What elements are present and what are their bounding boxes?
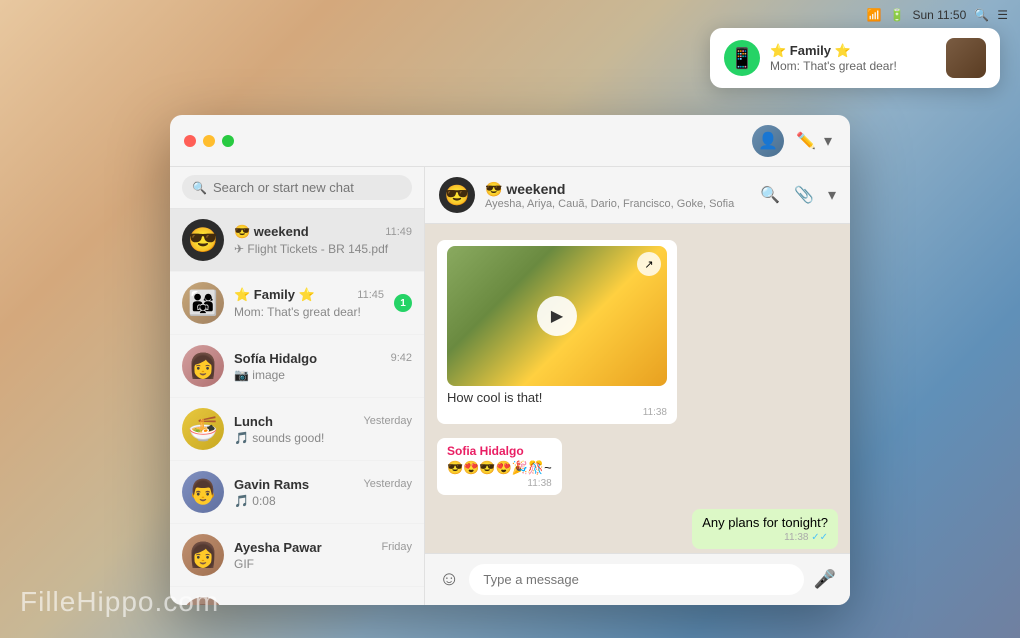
mic-button[interactable]: 🎤 xyxy=(814,569,836,590)
chat-avatar-weekend: 😎 xyxy=(182,219,224,261)
msg-time: 11:38 xyxy=(447,478,552,489)
chat-avatar-sofia: 👩 xyxy=(182,345,224,387)
chat-header: 😎 😎 weekend Ayesha, Ariya, Cauã, Dario, … xyxy=(425,167,850,224)
chat-name-gavin: Gavin Rams xyxy=(234,477,309,492)
chat-header-info: 😎 weekend Ayesha, Ariya, Cauã, Dario, Fr… xyxy=(485,181,750,210)
chat-info-ayesha: Ayesha Pawar Friday GIF xyxy=(234,540,412,571)
watermark: FilleHippo.com xyxy=(20,586,219,618)
message-text: Any plans for tonight? xyxy=(702,515,828,530)
input-area: ☺ 🎤 xyxy=(425,553,850,605)
chat-time-gavin: Yesterday xyxy=(363,478,412,490)
chat-avatar-gavin: 👨 xyxy=(182,471,224,513)
chat-info-sofia: Sofía Hidalgo 9:42 📷 image xyxy=(234,351,412,382)
search-icon: 🔍 xyxy=(974,8,989,22)
chat-preview-sofia: 📷 image xyxy=(234,368,412,382)
minimize-button[interactable] xyxy=(203,135,215,147)
maximize-button[interactable] xyxy=(222,135,234,147)
search-icon: 🔍 xyxy=(192,181,207,195)
battery-icon: 🔋 xyxy=(890,8,905,22)
more-icon[interactable]: ▾ xyxy=(828,185,836,205)
share-button[interactable]: ↗ xyxy=(637,252,661,276)
chat-time-weekend: 11:49 xyxy=(385,226,412,238)
chat-item-family[interactable]: 👨‍👩‍👧 ⭐ Family ⭐ 11:45 Mom: That's great de… xyxy=(170,272,424,335)
chat-time-ayesha: Friday xyxy=(381,541,412,553)
sidebar: 🔍 😎 😎 weekend 11:49 ✈ Flight Tickets - BR 1… xyxy=(170,167,425,605)
chat-preview-lunch: 🎵 sounds good! xyxy=(234,431,412,445)
chat-name-ayesha: Ayesha Pawar xyxy=(234,540,322,555)
chat-time-brother: Friday xyxy=(381,604,412,605)
notification-avatar xyxy=(946,38,986,78)
chat-info-lunch: Lunch Yesterday 🎵 sounds good! xyxy=(234,414,412,445)
chat-name-family: ⭐ Family ⭐ xyxy=(234,287,315,303)
chat-avatar-ayesha: 👩 xyxy=(182,534,224,576)
message-sender: Sofia Hidalgo xyxy=(447,444,552,458)
messages-flex: ▶ ↗ How cool is that! 11:38 Sofia Hidalg… xyxy=(437,240,838,553)
wifi-icon: 📶 xyxy=(867,8,882,22)
chat-preview-weekend: ✈ Flight Tickets - BR 145.pdf xyxy=(234,242,412,256)
chat-info-brother: BrotherFriday😊 xyxy=(234,603,412,606)
chat-item-ayesha[interactable]: 👩 Ayesha Pawar Friday GIF xyxy=(170,524,424,587)
search-chat-icon[interactable]: 🔍 xyxy=(760,185,780,205)
compose-icon[interactable]: ✏️ xyxy=(792,127,820,155)
search-input-wrap[interactable]: 🔍 xyxy=(182,175,412,200)
chat-info-family: ⭐ Family ⭐ 11:45 Mom: That's great dear! xyxy=(234,287,384,319)
chat-name-brother: Brother xyxy=(234,603,281,606)
chat-time-family: 11:45 xyxy=(357,289,384,301)
chat-name-sofia: Sofía Hidalgo xyxy=(234,351,317,366)
video-thumbnail[interactable]: ▶ ↗ xyxy=(447,246,667,386)
close-button[interactable] xyxy=(184,135,196,147)
video-caption: How cool is that! xyxy=(447,390,667,405)
emoji-button[interactable]: ☺ xyxy=(439,568,459,591)
message-video: ▶ ↗ How cool is that! 11:38 xyxy=(437,240,677,424)
notification-title: ⭐ Family ⭐ xyxy=(770,43,936,59)
dropdown-icon[interactable]: ▾ xyxy=(820,127,836,155)
chat-header-name: 😎 weekend xyxy=(485,181,750,198)
chat-time-sofia: 9:42 xyxy=(391,352,412,364)
status-bar: 📶 🔋 Sun 11:50 🔍 ☰ xyxy=(867,8,1008,22)
chat-header-members: Ayesha, Ariya, Cauã, Dario, Francisco, G… xyxy=(485,198,750,210)
chat-info-weekend: 😎 weekend 11:49 ✈ Flight Tickets - BR 145.… xyxy=(234,224,412,256)
unread-badge-family: 1 xyxy=(394,294,412,312)
chat-item-sofia[interactable]: 👩 Sofía Hidalgo 9:42 📷 image xyxy=(170,335,424,398)
chat-preview-ayesha: GIF xyxy=(234,557,412,571)
message-outgoing-plans: Any plans for tonight? 11:38 ✓✓ xyxy=(692,509,838,549)
menu-icon: ☰ xyxy=(997,8,1008,22)
msg-time: 11:38 ✓✓ xyxy=(702,532,828,543)
play-button[interactable]: ▶ xyxy=(537,296,577,336)
content-area: 🔍 😎 😎 weekend 11:49 ✈ Flight Tickets - BR 1… xyxy=(170,167,850,605)
chat-avatar-lunch: 🍜 xyxy=(182,408,224,450)
chat-item-lunch[interactable]: 🍜 Lunch Yesterday 🎵 sounds good! xyxy=(170,398,424,461)
notification-content: ⭐ Family ⭐ Mom: That's great dear! xyxy=(770,43,936,73)
message-text: 😎😍😎😍🎉🎊~ xyxy=(447,460,552,476)
notification-message: Mom: That's great dear! xyxy=(770,59,936,73)
messages-area: ▶ ↗ How cool is that! 11:38 Sofia Hidalg… xyxy=(425,224,850,553)
time-display: Sun 11:50 xyxy=(912,8,966,22)
chat-panel: 😎 😎 weekend Ayesha, Ariya, Cauã, Dario, … xyxy=(425,167,850,605)
chat-item-weekend[interactable]: 😎 😎 weekend 11:49 ✈ Flight Tickets - BR 145… xyxy=(170,209,424,272)
attach-icon[interactable]: 📎 xyxy=(794,185,814,205)
chat-preview-gavin: 🎵 0:08 xyxy=(234,494,412,508)
chat-avatar-family: 👨‍👩‍👧 xyxy=(182,282,224,324)
message-input[interactable] xyxy=(469,564,803,595)
chat-time-lunch: Yesterday xyxy=(363,415,412,427)
msg-time: 11:38 xyxy=(447,407,667,418)
chat-name-lunch: Lunch xyxy=(234,414,273,429)
search-input[interactable] xyxy=(213,180,402,195)
app-window: 👤 ✏️ ▾ 🔍 😎 😎 weekend 11:49 ✈ Flight Tickets… xyxy=(170,115,850,605)
chat-header-avatar: 😎 xyxy=(439,177,475,213)
chat-preview-family: Mom: That's great dear! xyxy=(234,305,384,319)
notification-app-icon: 📱 xyxy=(724,40,760,76)
chat-name-weekend: 😎 weekend xyxy=(234,224,309,240)
chat-list: 😎 😎 weekend 11:49 ✈ Flight Tickets - BR 145… xyxy=(170,209,424,605)
search-bar: 🔍 xyxy=(170,167,424,209)
traffic-lights xyxy=(184,135,234,147)
notification-banner[interactable]: 📱 ⭐ Family ⭐ Mom: That's great dear! xyxy=(710,28,1000,88)
message-sofia-emoji: Sofia Hidalgo 😎😍😎😍🎉🎊~ 11:38 xyxy=(437,438,562,495)
chat-header-icons: 🔍 📎 ▾ xyxy=(760,185,836,205)
chat-info-gavin: Gavin Rams Yesterday 🎵 0:08 xyxy=(234,477,412,508)
chat-item-gavin[interactable]: 👨 Gavin Rams Yesterday 🎵 0:08 xyxy=(170,461,424,524)
title-bar: 👤 ✏️ ▾ xyxy=(170,115,850,167)
user-avatar: 👤 xyxy=(752,125,784,157)
